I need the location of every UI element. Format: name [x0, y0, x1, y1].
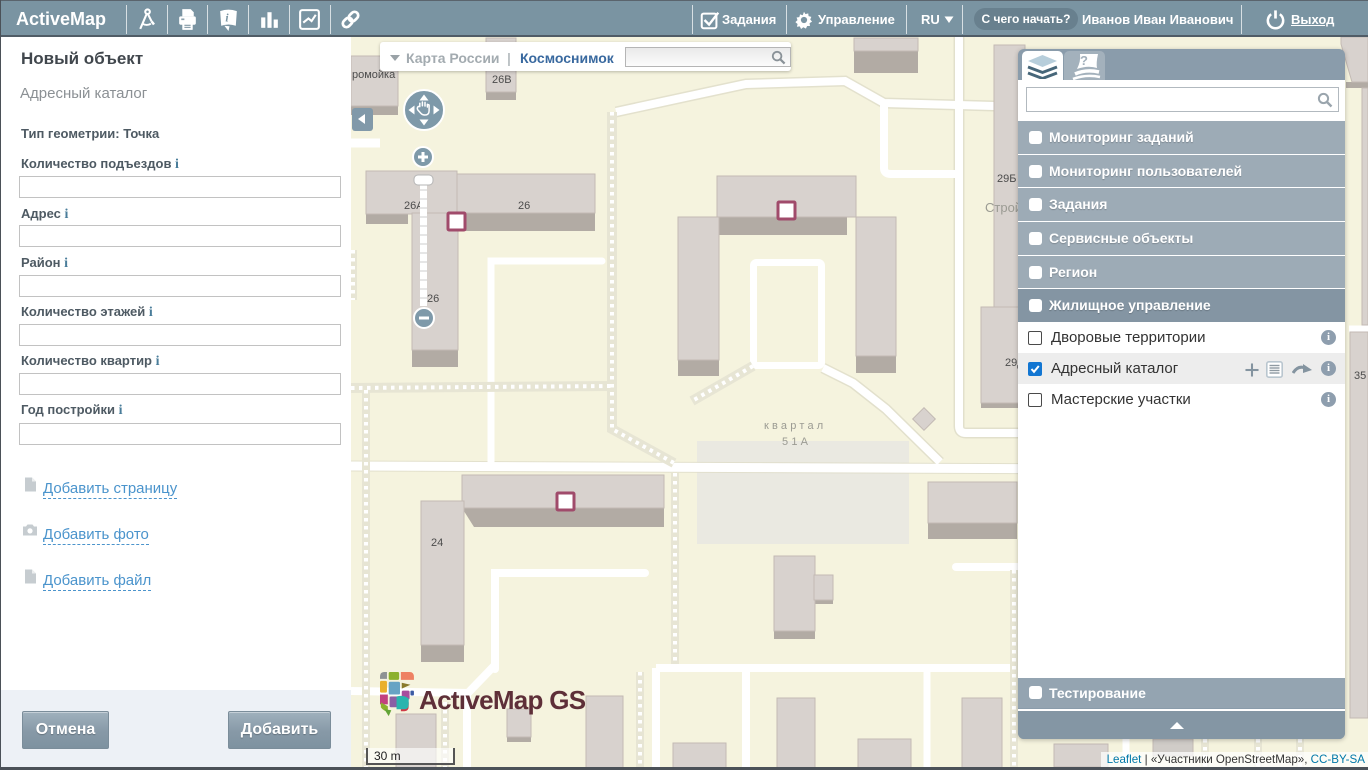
svg-text:51А: 51А [782, 436, 811, 448]
svg-text:Строй: Строй [985, 200, 1022, 215]
svg-text:26: 26 [427, 293, 439, 305]
svg-text:24: 24 [431, 537, 443, 549]
svg-text:35: 35 [1354, 370, 1366, 382]
svg-text:26: 26 [518, 200, 530, 212]
svg-text:26В: 26В [492, 74, 512, 86]
svg-text:квартал: квартал [764, 420, 826, 432]
svg-text:?: ? [1080, 53, 1088, 68]
